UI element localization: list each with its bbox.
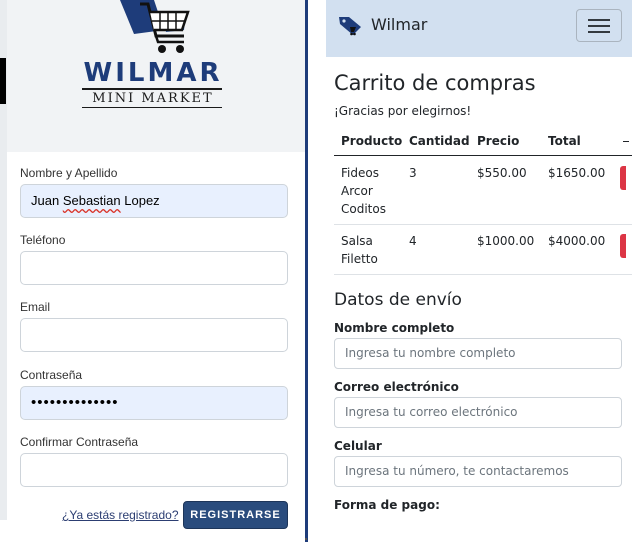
logo-subtitle: MINI MARKET	[92, 91, 214, 106]
shopping-cart-logo-icon	[120, 0, 190, 53]
fullname-label: Nombre y Apellido	[20, 166, 118, 180]
row2-product-line: Salsa	[341, 234, 373, 248]
fullname-last: Lopez	[120, 193, 160, 208]
col-header-product: Producto	[341, 134, 403, 148]
shipping-name-input[interactable]: Ingresa tu nombre completo	[334, 338, 622, 369]
col-header-total: Total	[548, 134, 581, 148]
cart-panel: Wilmar Carrito de compras ¡Gracias por e…	[326, 0, 632, 542]
col-header-quantity: Cantidad	[409, 134, 470, 148]
hamburger-icon-line	[588, 25, 610, 27]
row1-product-line: Fideos	[341, 166, 379, 180]
thanks-message: ¡Gracias por elegirnos!	[334, 104, 472, 118]
bottom-edge	[0, 530, 308, 542]
logo-underline	[82, 107, 222, 108]
confirm-password-input[interactable]	[20, 453, 288, 487]
navbar-toggler-button[interactable]	[576, 9, 622, 42]
shipping-email-input[interactable]: Ingresa tu correo electrónico	[334, 397, 622, 428]
col-header-price: Precio	[477, 134, 520, 148]
fullname-input[interactable]: Juan Sebastian Lopez	[20, 184, 288, 218]
shipping-name-label: Nombre completo	[334, 321, 455, 335]
row-divider	[334, 274, 632, 275]
email-label: Email	[20, 300, 51, 314]
navbar-brand[interactable]: Wilmar	[371, 14, 427, 36]
shipping-phone-label: Celular	[334, 439, 382, 453]
phone-label: Teléfono	[20, 233, 66, 247]
cart-title: Carrito de compras	[334, 71, 536, 95]
navbar: Wilmar	[326, 0, 632, 57]
stray-pixel	[305, 538, 307, 540]
fullname-middle: Sebastian	[62, 193, 121, 208]
shipping-email-label: Correo electrónico	[334, 380, 459, 394]
table-header-divider	[334, 155, 632, 156]
row-divider	[334, 224, 632, 225]
shipping-phone-input[interactable]: Ingresa tu número, te contactaremos	[334, 456, 622, 487]
row1-product: Fideos Arcor Coditos	[341, 164, 386, 218]
phone-input[interactable]	[20, 251, 288, 285]
row1-product-line: Arcor	[341, 184, 373, 198]
col-header-overflow	[623, 141, 629, 142]
edge-marker	[0, 58, 6, 104]
row2-quantity: 4	[409, 234, 417, 248]
payment-method-label: Forma de pago:	[334, 498, 440, 512]
hamburger-icon-line	[588, 31, 610, 33]
registration-panel: WILMAR MINI MARKET Nombre y Apellido Jua…	[0, 0, 308, 542]
fullname-first: Juan	[31, 193, 63, 208]
hamburger-icon	[588, 19, 610, 21]
password-input[interactable]: ••••••••••••••	[20, 386, 288, 420]
email-input[interactable]	[20, 318, 288, 352]
row1-total: $1650.00	[548, 166, 606, 180]
password-label: Contraseña	[20, 368, 83, 382]
shopping-tag-icon[interactable]	[337, 14, 365, 38]
shipping-title: Datos de envío	[334, 290, 462, 310]
confirm-password-label: Confirmar Contraseña	[20, 435, 139, 449]
row2-product-line: Filetto	[341, 252, 378, 266]
row2-price: $1000.00	[477, 234, 535, 248]
row1-price: $550.00	[477, 166, 527, 180]
register-button[interactable]: REGISTRARSE	[183, 501, 288, 529]
logo-title: WILMAR	[83, 58, 223, 88]
row1-quantity: 3	[409, 166, 417, 180]
already-registered-link[interactable]: ¿Ya estás registrado?	[62, 508, 179, 522]
panel-border	[305, 0, 308, 542]
row2-total: $4000.00	[548, 234, 606, 248]
row1-delete-button[interactable]	[620, 166, 626, 190]
row2-product: Salsa Filetto	[341, 232, 378, 268]
row1-product-line: Coditos	[341, 202, 386, 216]
row2-delete-button[interactable]	[620, 234, 626, 258]
